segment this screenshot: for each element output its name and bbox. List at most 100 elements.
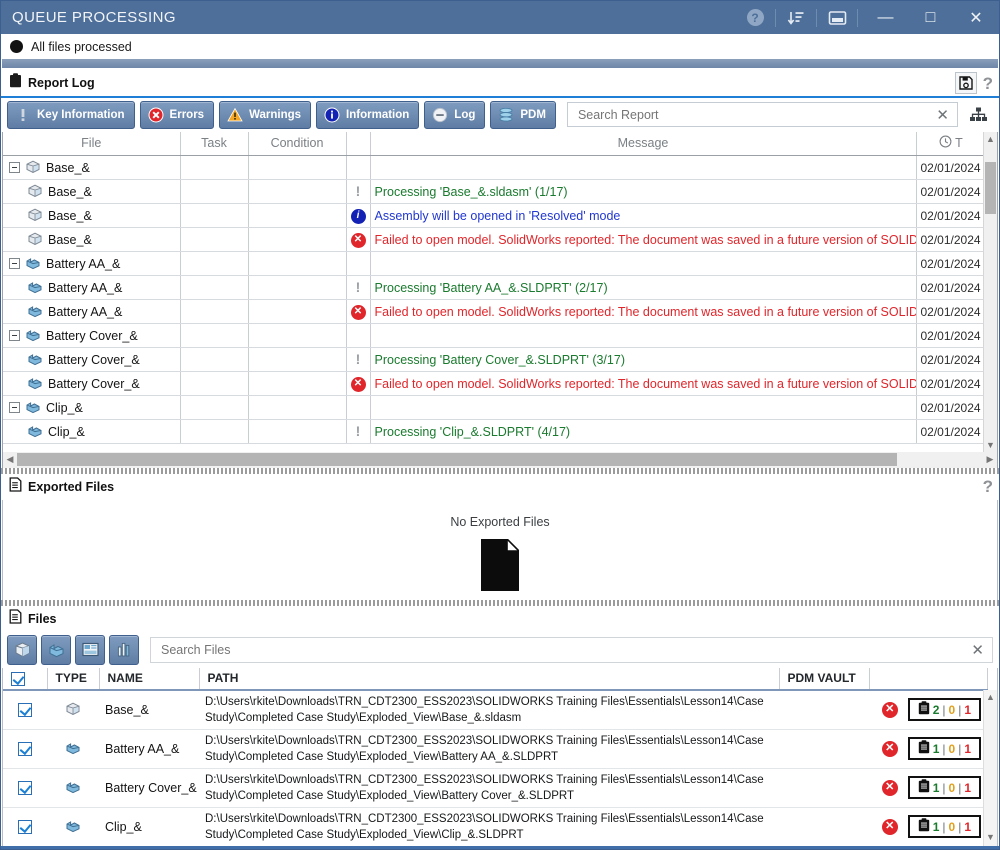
add-part-icon[interactable]: [41, 634, 71, 665]
part-icon: [25, 399, 41, 417]
table-row[interactable]: Base_& D:\Users\rkite\Downloads\TRN_CDT23…: [3, 689, 987, 730]
row-checkbox[interactable]: [18, 820, 32, 835]
row-checkbox[interactable]: [18, 703, 32, 718]
report-cell-task: [180, 371, 249, 397]
column-header-severity[interactable]: [346, 131, 371, 157]
filter-information[interactable]: Information: [316, 100, 420, 129]
scroll-left-icon[interactable]: ◀: [3, 454, 17, 465]
status-badge[interactable]: 1 | 0 | 1: [907, 737, 981, 761]
column-header-message[interactable]: Message: [370, 131, 917, 157]
status-badge[interactable]: 1 | 0 | 1: [907, 776, 981, 800]
clear-search-icon[interactable]: ✕: [934, 106, 951, 124]
queue-processing-window: QUEUE PROCESSING ? — □ ✕ All files proce…: [0, 0, 1000, 850]
scroll-up-icon[interactable]: ▲: [984, 132, 997, 146]
search-files-field[interactable]: ✕: [150, 636, 993, 663]
add-chart-icon[interactable]: [109, 634, 139, 665]
row-checkbox[interactable]: [18, 742, 32, 757]
hierarchy-icon[interactable]: [963, 101, 993, 129]
table-row[interactable]: Battery Cover_& D:\Users\rkite\Downloads\…: [3, 768, 987, 808]
column-header-time[interactable]: T: [916, 131, 987, 157]
scroll-down-icon[interactable]: ▼: [984, 438, 997, 452]
column-header-condition[interactable]: Condition: [248, 131, 347, 157]
help-icon[interactable]: ?: [740, 1, 770, 34]
files-cell-checkbox[interactable]: [3, 768, 47, 808]
error-icon: ✕: [881, 818, 898, 835]
report-vertical-scrollbar[interactable]: ▲ ▼: [983, 131, 997, 452]
files-scroll-down-icon[interactable]: ▼: [984, 830, 997, 844]
column-header-status[interactable]: [869, 667, 988, 691]
report-cell-message: [370, 395, 917, 421]
part-icon: [65, 742, 81, 758]
hscroll-thumb[interactable]: [17, 453, 897, 467]
report-log-help-icon[interactable]: ?: [983, 75, 993, 92]
column-header-name[interactable]: NAME: [99, 667, 200, 691]
exported-files-help-icon[interactable]: ?: [983, 478, 993, 495]
report-cell-task: [180, 227, 249, 253]
search-report-field[interactable]: ✕: [566, 102, 958, 128]
report-table-row[interactable]: Battery Cover_& 02/01/2024: [3, 323, 987, 349]
files-scroll-up-icon[interactable]: ▲: [984, 690, 997, 704]
select-all-checkbox[interactable]: [11, 671, 25, 686]
filter-log[interactable]: Log: [424, 100, 486, 129]
minimize-button[interactable]: —: [863, 1, 908, 34]
scroll-thumb[interactable]: [985, 161, 996, 214]
report-table-row[interactable]: Battery Cover_& ✕ Failed to open model. So…: [3, 371, 987, 397]
files-cell-name: Battery AA_&: [99, 729, 199, 769]
search-files-input[interactable]: [159, 641, 970, 658]
tree-collapse-toggle[interactable]: [9, 258, 20, 270]
report-cell-file: Battery AA_&: [3, 251, 181, 277]
error-icon: ✕: [350, 232, 366, 248]
clear-files-search-icon[interactable]: ✕: [969, 641, 986, 659]
report-table-row[interactable]: Clip_&! Processing 'Clip_&.SLDPRT' (4/17)…: [3, 419, 987, 445]
restore-window-icon[interactable]: [822, 1, 852, 34]
search-report-input[interactable]: [575, 106, 935, 123]
maximize-button[interactable]: □: [908, 1, 953, 34]
table-row[interactable]: Clip_& D:\Users\rkite\Downloads\TRN_CDT23…: [3, 807, 987, 846]
column-header-path[interactable]: PATH: [199, 667, 780, 691]
tree-collapse-toggle[interactable]: [9, 162, 20, 174]
report-cell-task: [180, 299, 249, 325]
filter-key-information[interactable]: Key Information: [7, 100, 135, 129]
report-table-row[interactable]: Base_& 02/01/2024: [3, 155, 987, 181]
scroll-right-icon[interactable]: ▶: [983, 454, 997, 465]
column-header-task[interactable]: Task: [180, 131, 249, 157]
filter-warnings[interactable]: Warnings: [219, 100, 312, 129]
files-cell-checkbox[interactable]: [3, 689, 47, 730]
filter-errors[interactable]: Errors: [139, 100, 215, 129]
part-icon: [27, 303, 43, 321]
report-table-row[interactable]: Battery AA_& ✕ Failed to open model. Solid…: [3, 299, 987, 325]
status-badge[interactable]: 2 | 0 | 1: [907, 698, 981, 722]
filter-pdm[interactable]: PDM: [490, 100, 556, 129]
report-table-row[interactable]: Base_&! Processing 'Base_&.sldasm' (1/17)…: [3, 179, 987, 205]
files-cell-status: ✕ 1 | 0 | 1: [869, 807, 987, 846]
assembly-icon: [27, 231, 43, 249]
report-table-row[interactable]: Clip_& 02/01/2024: [3, 395, 987, 421]
add-assembly-icon[interactable]: [7, 634, 37, 665]
report-table-row[interactable]: Battery Cover_&! Processing 'Battery Cove…: [3, 347, 987, 373]
report-table-row[interactable]: Battery AA_&! Processing 'Battery AA_&.SL…: [3, 275, 987, 301]
close-button[interactable]: ✕: [953, 1, 999, 34]
badge-count-orange: 0: [948, 702, 956, 717]
sort-descending-icon[interactable]: [781, 1, 811, 34]
save-report-icon[interactable]: [954, 72, 977, 94]
column-header-file[interactable]: File: [3, 131, 181, 157]
tree-collapse-toggle[interactable]: [9, 330, 20, 342]
column-header-type[interactable]: TYPE: [47, 667, 100, 691]
files-vertical-scrollbar[interactable]: ▲ ▼: [983, 689, 997, 846]
tree-collapse-toggle[interactable]: [9, 402, 20, 414]
add-drawing-icon[interactable]: [75, 634, 105, 665]
report-cell-file: Battery AA_&: [3, 299, 181, 325]
report-table-row[interactable]: Base_& i Assembly will be opened in 'Resol…: [3, 203, 987, 229]
files-cell-checkbox[interactable]: [3, 807, 47, 846]
badge-count-green: 1: [932, 819, 940, 834]
report-table-row[interactable]: Battery AA_& 02/01/2024: [3, 251, 987, 277]
status-badge[interactable]: 1 | 0 | 1: [907, 815, 981, 839]
report-table-row[interactable]: Base_& ✕ Failed to open model. SolidWorks …: [3, 227, 987, 253]
select-all-header[interactable]: [3, 667, 48, 691]
row-checkbox[interactable]: [18, 781, 32, 796]
table-row[interactable]: Battery AA_& D:\Users\rkite\Downloads\TRN…: [3, 729, 987, 769]
divider: [775, 8, 776, 27]
files-cell-checkbox[interactable]: [3, 729, 47, 769]
report-horizontal-scrollbar[interactable]: ◀ ▶: [2, 451, 998, 468]
column-header-pdm-vault[interactable]: PDM VAULT: [779, 667, 870, 691]
